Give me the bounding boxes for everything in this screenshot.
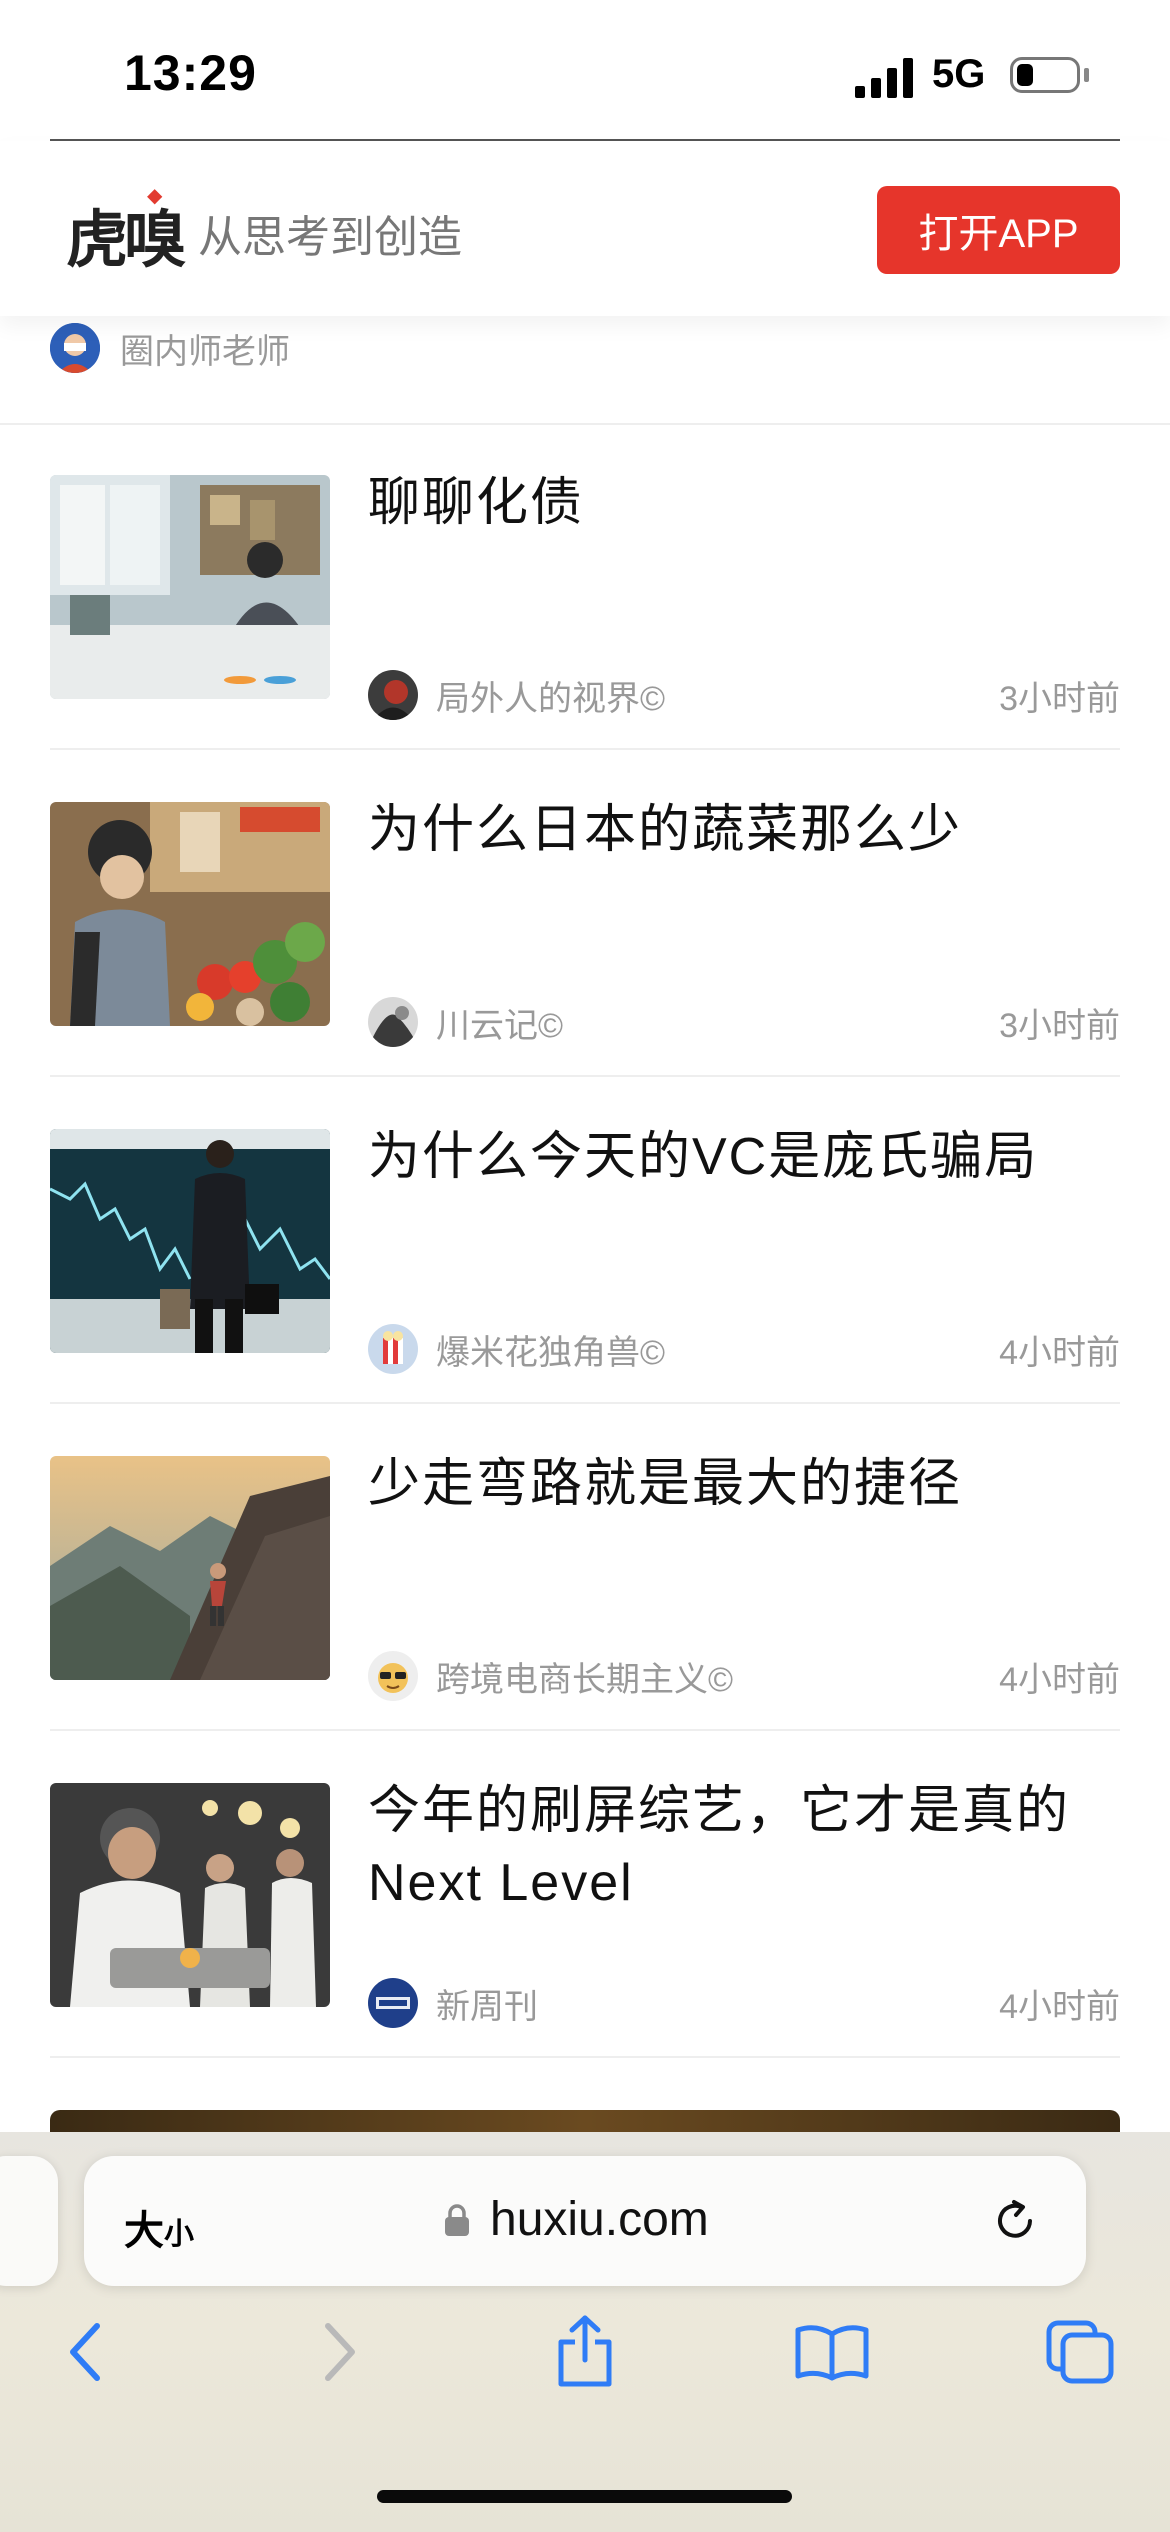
author-name[interactable]: 爆米花独角兽© bbox=[436, 1325, 999, 1374]
book-icon bbox=[795, 2325, 869, 2381]
publish-time: 4小时前 bbox=[999, 1987, 1120, 2026]
publish-time: 3小时前 bbox=[999, 679, 1120, 718]
lock-icon bbox=[445, 2203, 469, 2236]
author-name[interactable]: 新周刊 bbox=[436, 1979, 999, 2028]
forward-button[interactable] bbox=[300, 2312, 380, 2392]
article-meta: 川云记© 3小时前 bbox=[368, 997, 1120, 1047]
article-title[interactable]: 为什么今天的VC是庞氏骗局 bbox=[368, 1121, 1128, 1193]
article-title[interactable]: 为什么日本的蔬菜那么少 bbox=[368, 794, 1128, 866]
article-title[interactable]: 少走弯路就是最大的捷径 bbox=[368, 1448, 1128, 1520]
author-name: 圈内师老师 bbox=[120, 332, 290, 371]
battery-tip bbox=[1084, 68, 1089, 82]
home-indicator[interactable] bbox=[377, 2490, 792, 2503]
status-time: 13:29 bbox=[124, 45, 257, 101]
article-meta: 新周刊 4小时前 bbox=[368, 1978, 1120, 2028]
cellular-signal-icon bbox=[855, 58, 913, 98]
article-thumbnail bbox=[50, 1456, 330, 1680]
open-app-button[interactable]: 打开APP bbox=[877, 186, 1120, 274]
site-slogan: 从思考到创造 bbox=[198, 213, 462, 262]
chevron-right-icon bbox=[325, 2323, 355, 2381]
previous-item-author[interactable]: 圈内师老师 bbox=[50, 320, 290, 376]
author-avatar bbox=[368, 1978, 418, 2028]
share-icon bbox=[558, 2315, 612, 2387]
url-text: huxiu.com bbox=[490, 2193, 709, 2246]
article-meta: 爆米花独角兽© 4小时前 bbox=[368, 1324, 1120, 1374]
article-item[interactable]: 少走弯路就是最大的捷径 跨境电商长期主义© 4小时前 bbox=[50, 1404, 1120, 1731]
article-title[interactable]: 今年的刷屏综艺，它才是真的Next Level bbox=[368, 1775, 1128, 1919]
back-button[interactable] bbox=[45, 2312, 125, 2392]
divider bbox=[50, 2056, 1120, 2058]
author-avatar bbox=[368, 1324, 418, 1374]
publish-time: 4小时前 bbox=[999, 1333, 1120, 1372]
author-name[interactable]: 跨境电商长期主义© bbox=[436, 1652, 999, 1701]
article-item[interactable]: 聊聊化债 局外人的视界© 3小时前 bbox=[50, 423, 1120, 750]
avatar bbox=[50, 323, 100, 373]
article-item[interactable]: 今年的刷屏综艺，它才是真的Next Level 新周刊 4小时前 bbox=[50, 1731, 1120, 2058]
chevron-left-icon bbox=[70, 2323, 100, 2381]
status-bar: 13:29 5G bbox=[0, 0, 1170, 140]
text-size-button[interactable]: 大小 bbox=[124, 2198, 194, 2256]
url-display[interactable]: huxiu.com bbox=[444, 2192, 709, 2247]
browser-toolbar: 大小 huxiu.com bbox=[0, 2132, 1170, 2532]
article-thumbnail bbox=[50, 1783, 330, 2007]
article-thumbnail bbox=[50, 1129, 330, 1353]
address-bar[interactable]: 大小 huxiu.com bbox=[84, 2156, 1086, 2286]
previous-tab-peek[interactable] bbox=[0, 2156, 58, 2286]
site-logo[interactable]: 虎嗅 ◆ bbox=[66, 183, 186, 279]
network-type: 5G bbox=[932, 52, 986, 96]
article-item[interactable]: 为什么今天的VC是庞氏骗局 爆米花独角兽© 4小时前 bbox=[50, 1077, 1120, 1404]
share-button[interactable] bbox=[545, 2312, 625, 2392]
author-avatar bbox=[368, 670, 418, 720]
site-header: 虎嗅 ◆ 从思考到创造 打开APP bbox=[0, 141, 1170, 316]
article-item[interactable]: 为什么日本的蔬菜那么少 川云记© 3小时前 bbox=[50, 750, 1120, 1077]
article-meta: 局外人的视界© 3小时前 bbox=[368, 670, 1120, 720]
tabs-icon bbox=[1046, 2320, 1114, 2384]
article-thumbnail bbox=[50, 475, 330, 699]
tabs-button[interactable] bbox=[1040, 2312, 1120, 2392]
article-title[interactable]: 聊聊化债 bbox=[368, 467, 1128, 539]
publish-time: 3小时前 bbox=[999, 1006, 1120, 1045]
author-avatar bbox=[368, 1651, 418, 1701]
author-name[interactable]: 局外人的视界© bbox=[436, 671, 999, 720]
article-meta: 跨境电商长期主义© 4小时前 bbox=[368, 1651, 1120, 1701]
logo-accent-icon: ◆ bbox=[147, 183, 163, 207]
author-name[interactable]: 川云记© bbox=[436, 998, 999, 1047]
battery-icon bbox=[1010, 57, 1080, 93]
article-thumbnail bbox=[50, 802, 330, 1026]
bookmarks-button[interactable] bbox=[792, 2312, 872, 2392]
logo-text: 虎嗅 bbox=[66, 203, 186, 276]
reload-icon[interactable] bbox=[990, 2196, 1040, 2246]
author-avatar bbox=[368, 997, 418, 1047]
publish-time: 4小时前 bbox=[999, 1660, 1120, 1699]
